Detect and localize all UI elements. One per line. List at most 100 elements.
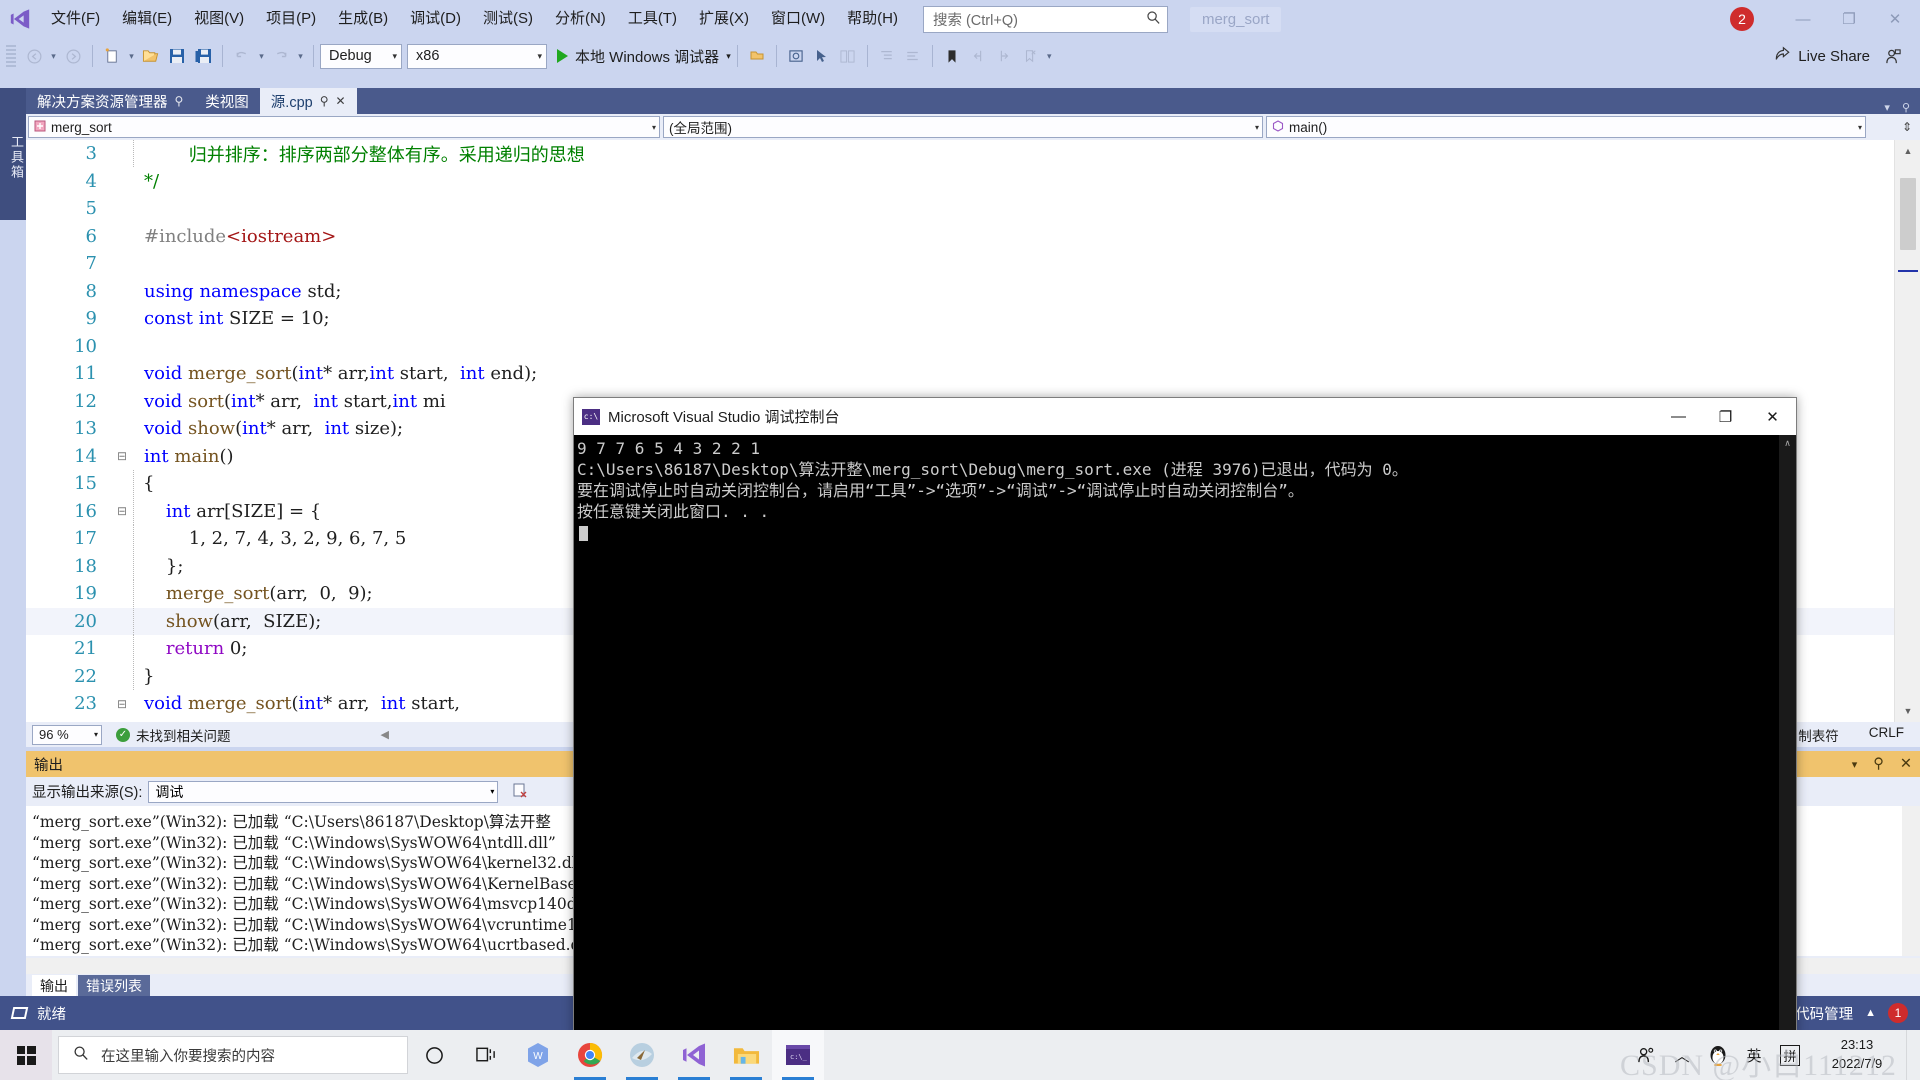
- code-line[interactable]: 6 #include <iostream>: [26, 223, 1894, 251]
- save-icon[interactable]: [164, 42, 190, 70]
- console-output[interactable]: 9 7 7 6 5 4 3 2 2 1 C:\Users\86187\Deskto…: [574, 435, 1796, 1036]
- menu-test[interactable]: 测试(S): [472, 0, 544, 38]
- navbar-splitter-icon[interactable]: ⇕: [1902, 120, 1918, 134]
- ime-pinyin-icon[interactable]: 拼: [1772, 1030, 1808, 1080]
- close-icon[interactable]: ✕: [336, 94, 346, 108]
- output-tab-error-list[interactable]: 错误列表: [78, 975, 150, 996]
- maximize-button[interactable]: ❐: [1826, 1, 1872, 37]
- taskbar-search-input[interactable]: 在这里输入你要搜索的内容: [101, 1045, 275, 1066]
- wps-icon[interactable]: W: [512, 1030, 564, 1080]
- menu-build[interactable]: 生成(B): [327, 0, 399, 38]
- output-vertical-scrollbar[interactable]: [1902, 806, 1920, 956]
- scroll-down-icon[interactable]: ▼: [1895, 700, 1920, 722]
- scroll-left-icon[interactable]: ◀: [381, 728, 389, 741]
- pin-icon[interactable]: ⚲: [1873, 756, 1884, 772]
- redo-dropdown-icon[interactable]: ▾: [294, 42, 307, 70]
- menu-tools[interactable]: 工具(T): [617, 0, 688, 38]
- start-button[interactable]: [0, 1030, 52, 1080]
- solution-platform-combo[interactable]: x86 ▾: [407, 43, 547, 69]
- file-explorer-icon[interactable]: [720, 1030, 772, 1080]
- people-icon[interactable]: [1628, 1030, 1664, 1080]
- solution-configuration-combo[interactable]: Debug ▾: [320, 43, 402, 69]
- taskbar-clock[interactable]: 23:13 2022/7/9: [1808, 1030, 1906, 1080]
- prev-bookmark-icon[interactable]: [965, 42, 991, 70]
- redo-icon[interactable]: [268, 42, 294, 70]
- navigate-back-icon[interactable]: [21, 42, 47, 70]
- close-icon[interactable]: ✕: [1900, 756, 1912, 772]
- code-line[interactable]: 3 归并排序：排序两部分整体有序。采用递归的思想: [26, 140, 1894, 168]
- pointer-icon[interactable]: [809, 42, 835, 70]
- code-line[interactable]: 7: [26, 250, 1894, 278]
- tab-solution-explorer[interactable]: 解决方案资源管理器 ⚲: [26, 88, 194, 114]
- new-item-dropdown-icon[interactable]: ▾: [125, 42, 138, 70]
- project-selector[interactable]: merg_sort ▾: [28, 116, 660, 138]
- fold-toggle-icon[interactable]: ⊟: [111, 449, 133, 463]
- search-input[interactable]: 搜索 (Ctrl+Q): [933, 9, 1146, 30]
- bookmark-icon[interactable]: [939, 42, 965, 70]
- output-source-combo[interactable]: 调试 ▾: [148, 780, 499, 803]
- undo-icon[interactable]: [229, 42, 255, 70]
- member-selector[interactable]: main() ▾: [1266, 116, 1866, 138]
- menu-extensions[interactable]: 扩展(X): [688, 0, 760, 38]
- code-line[interactable]: 9 const int SIZE = 10;: [26, 305, 1894, 333]
- zoom-combo[interactable]: 96 % ▾: [32, 724, 102, 745]
- pin-icon[interactable]: ⚲: [175, 94, 184, 108]
- chevron-up-icon[interactable]: ▲: [1865, 1007, 1876, 1019]
- clear-output-icon[interactable]: [512, 782, 528, 802]
- undo-dropdown-icon[interactable]: ▾: [255, 42, 268, 70]
- toolbar-overflow-icon[interactable]: ▾: [1043, 42, 1056, 70]
- toolbox-strip[interactable]: 工具箱: [0, 88, 26, 220]
- task-view-icon[interactable]: [460, 1030, 512, 1080]
- code-line[interactable]: 8 using namespace std;: [26, 278, 1894, 306]
- cortana-icon[interactable]: [408, 1030, 460, 1080]
- chrome-icon[interactable]: [564, 1030, 616, 1080]
- code-line[interactable]: 4 */: [26, 168, 1894, 196]
- console-minimize-button[interactable]: —: [1655, 398, 1702, 435]
- qq-icon[interactable]: [1700, 1030, 1736, 1080]
- minimize-button[interactable]: —: [1780, 1, 1826, 37]
- fold-toggle-icon[interactable]: ⊟: [111, 697, 133, 711]
- start-debugging-button[interactable]: 本地 Windows 调试器 ▾: [557, 46, 731, 67]
- debug-console-window[interactable]: c:\ Microsoft Visual Studio 调试控制台 — ❐ ✕ …: [573, 397, 1797, 1037]
- output-tab-output[interactable]: 输出: [32, 975, 76, 996]
- navigate-forward-icon[interactable]: [60, 42, 86, 70]
- screenshot-icon[interactable]: [783, 42, 809, 70]
- command-prompt-icon[interactable]: c:\_: [772, 1030, 824, 1080]
- next-bookmark-icon[interactable]: [991, 42, 1017, 70]
- indent-icon[interactable]: [874, 42, 900, 70]
- internet-explorer-icon[interactable]: [616, 1030, 668, 1080]
- ime-language-icon[interactable]: 英: [1736, 1030, 1772, 1080]
- notification-bell-badge[interactable]: 1: [1888, 1003, 1908, 1023]
- tab-source-cpp[interactable]: 源.cpp ⚲ ✕: [259, 88, 357, 114]
- menu-debug[interactable]: 调试(D): [399, 0, 472, 38]
- notification-badge[interactable]: 2: [1730, 7, 1754, 31]
- account-icon[interactable]: [1880, 42, 1906, 70]
- menu-view[interactable]: 视图(V): [183, 0, 255, 38]
- show-desktop-button[interactable]: [1906, 1030, 1916, 1080]
- layout-icon[interactable]: [835, 42, 861, 70]
- taskbar-search-box[interactable]: 在这里输入你要搜索的内容: [58, 1036, 408, 1074]
- save-all-icon[interactable]: [190, 42, 216, 70]
- console-close-button[interactable]: ✕: [1749, 398, 1796, 435]
- editor-vertical-scrollbar[interactable]: ▲ ▼: [1894, 140, 1920, 722]
- search-box[interactable]: 搜索 (Ctrl+Q): [922, 5, 1168, 33]
- scope-selector[interactable]: (全局范围) ▾: [663, 116, 1263, 138]
- tab-class-view[interactable]: 类视图: [194, 88, 260, 114]
- code-line[interactable]: 5: [26, 195, 1894, 223]
- clear-bookmarks-icon[interactable]: [1017, 42, 1043, 70]
- menu-project[interactable]: 项目(P): [255, 0, 327, 38]
- close-button[interactable]: ✕: [1872, 1, 1918, 37]
- live-share-button[interactable]: Live Share: [1774, 46, 1880, 66]
- scrollbar-thumb[interactable]: [1900, 178, 1916, 250]
- pin-icon[interactable]: ⚲: [320, 94, 329, 108]
- visual-studio-icon[interactable]: [668, 1030, 720, 1080]
- chevron-down-icon[interactable]: ▾: [1852, 758, 1858, 771]
- menu-edit[interactable]: 编辑(E): [111, 0, 183, 38]
- new-item-icon[interactable]: [99, 42, 125, 70]
- menu-analyze[interactable]: 分析(N): [544, 0, 617, 38]
- code-line[interactable]: 11 void merge_sort(int * arr, int start, in…: [26, 360, 1894, 388]
- back-dropdown-icon[interactable]: ▾: [47, 42, 60, 70]
- toolbar-grip[interactable]: [6, 45, 16, 67]
- tab-pin-icon[interactable]: ⚲: [1902, 101, 1910, 114]
- menu-window[interactable]: 窗口(W): [760, 0, 836, 38]
